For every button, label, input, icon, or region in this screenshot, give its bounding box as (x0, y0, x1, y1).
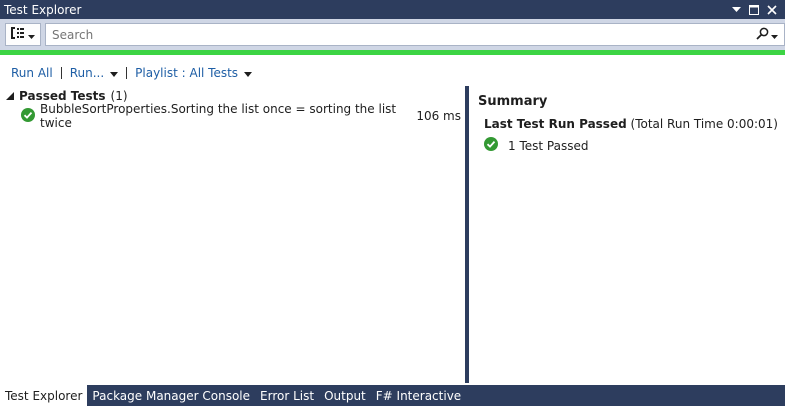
run-status-bar (0, 50, 785, 55)
group-by-icon (11, 27, 25, 42)
playlist-dropdown[interactable]: Playlist : All Tests (135, 66, 253, 80)
divider (60, 67, 62, 79)
tab-output[interactable]: Output (319, 385, 371, 406)
test-list-pane: Passed Tests (1) BubbleSortProperties.So… (0, 86, 465, 383)
dropdown-icon[interactable] (729, 3, 743, 17)
search-options[interactable] (756, 27, 778, 43)
test-group-label: Passed Tests (19, 89, 106, 103)
window-title: Test Explorer (4, 2, 82, 17)
maximize-icon[interactable] (747, 3, 761, 17)
search-icon (756, 27, 769, 43)
run-status: Last Test Run Passed (484, 117, 627, 131)
run-label: Run... (69, 66, 105, 80)
run-all-label: Run All (11, 66, 53, 80)
search-input[interactable] (52, 27, 756, 42)
tab-test-explorer[interactable]: Test Explorer (0, 385, 88, 406)
check-circle-icon (21, 107, 35, 125)
test-duration: 106 ms (416, 109, 461, 123)
chevron-down-icon (28, 28, 35, 42)
group-by-button[interactable] (5, 23, 41, 46)
toolbar (0, 19, 785, 50)
window-controls (729, 3, 785, 17)
chevron-down-icon (771, 28, 778, 42)
collapse-icon[interactable] (6, 89, 14, 103)
test-row[interactable]: BubbleSortProperties.Sorting the list on… (0, 102, 465, 130)
summary-passed-line: 1 Test Passed (478, 137, 785, 154)
test-group-count: (1) (110, 89, 128, 103)
playlist-label: Playlist : All Tests (135, 66, 239, 80)
command-bar: Run All Run... Playlist : All Tests (0, 62, 785, 84)
check-circle-icon (484, 137, 498, 154)
summary-title: Summary (478, 94, 548, 109)
summary-run-line: Last Test Run Passed (Total Run Time 0:0… (478, 117, 785, 131)
chevron-down-icon (244, 66, 253, 80)
close-icon[interactable] (765, 3, 779, 17)
test-name: BubbleSortProperties.Sorting the list on… (40, 102, 397, 130)
search-box (45, 23, 785, 46)
tool-window-tabs: Test Explorer Package Manager Console Er… (0, 385, 785, 406)
passed-count-text: 1 Test Passed (508, 138, 589, 153)
tab-error-list[interactable]: Error List (255, 385, 319, 406)
run-time: (Total Run Time 0:00:01) (630, 117, 778, 131)
run-dropdown[interactable]: Run... (69, 66, 119, 80)
run-all-link[interactable]: Run All (11, 66, 53, 80)
tab-package-manager-console[interactable]: Package Manager Console (87, 385, 255, 406)
tab-fsharp-interactive[interactable]: F# Interactive (371, 385, 466, 406)
title-bar: Test Explorer (0, 0, 785, 19)
summary-pane: Summary Last Test Run Passed (Total Run … (469, 86, 785, 383)
chevron-down-icon (110, 66, 119, 80)
divider (126, 67, 128, 79)
